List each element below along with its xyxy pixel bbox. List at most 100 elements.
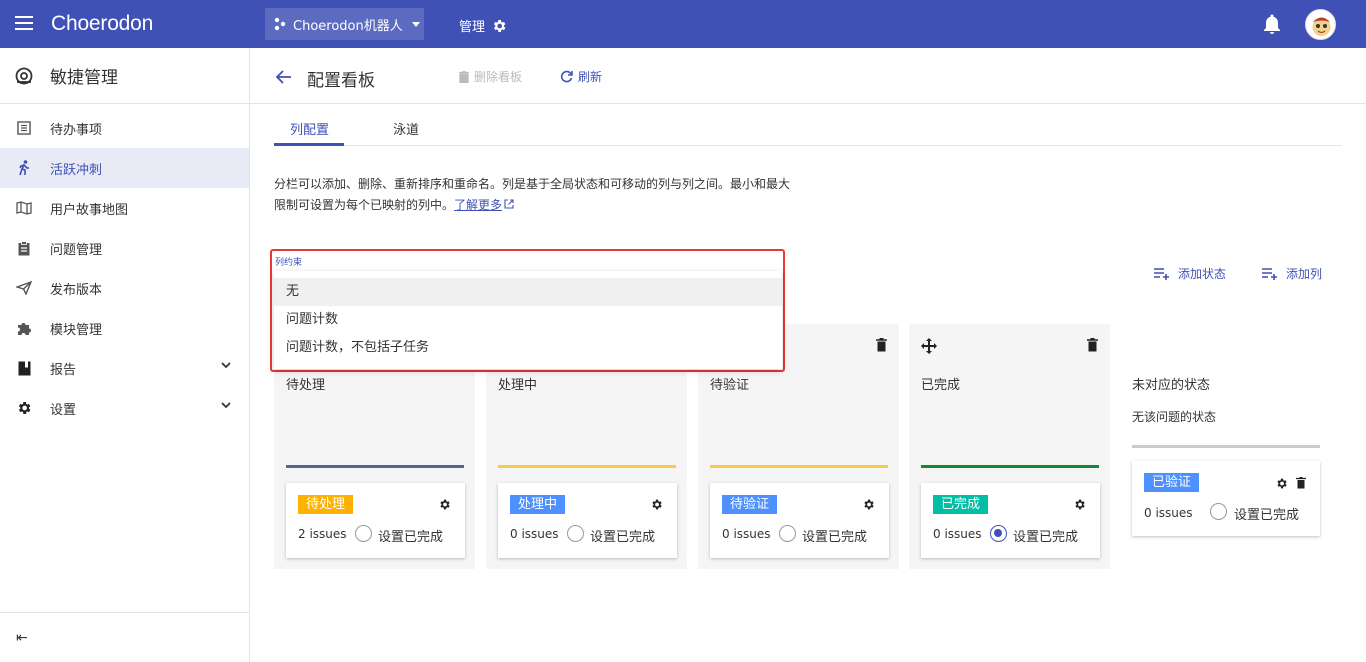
trash-icon <box>459 70 469 83</box>
chevron-down-icon <box>411 21 420 27</box>
set-done-label: 设置已完成 <box>378 530 444 545</box>
book-icon <box>16 360 32 376</box>
column-name[interactable]: 待处理 <box>286 374 325 393</box>
status-badge: 已验证 <box>1144 473 1200 492</box>
gear-icon <box>493 19 506 32</box>
playlist-add-icon <box>1262 267 1277 280</box>
issue-count: 0 issues <box>1144 506 1193 520</box>
chevron-down-icon <box>221 402 231 409</box>
sidebar-header: 敏捷管理 <box>0 48 249 104</box>
sidebar-item-label: 问题管理 <box>50 242 103 258</box>
learn-more-link[interactable]: 了解更多 <box>454 198 502 212</box>
playlist-add-icon <box>1154 267 1169 280</box>
column-constraint-label: 列约束 <box>275 258 303 268</box>
set-done-label: 设置已完成 <box>1234 508 1300 523</box>
project-icon <box>274 17 286 31</box>
sidebar-item-label: 发布版本 <box>50 282 103 298</box>
set-done-radio[interactable] <box>990 525 1007 542</box>
sidebar-item-modules[interactable]: 模块管理 <box>0 308 249 348</box>
back-arrow-icon[interactable] <box>276 70 292 84</box>
description: 分栏可以添加、删除、重新排序和重命名。列是基于全局状态和可移动的列与列之间。最小… <box>274 174 794 216</box>
refresh-label: 刷新 <box>578 70 603 84</box>
bell-icon[interactable] <box>1263 14 1281 34</box>
add-column-button[interactable]: 添加列 <box>1262 265 1322 282</box>
manage-link[interactable]: 管理 <box>459 16 507 35</box>
column-color-bar <box>498 465 676 468</box>
sidebar-item-reports[interactable]: 报告 <box>0 348 249 388</box>
set-done-radio[interactable] <box>779 525 796 542</box>
refresh-icon <box>560 70 573 83</box>
sidebar-item-story-map[interactable]: 用户故事地图 <box>0 188 249 228</box>
gear-icon[interactable] <box>1275 477 1288 490</box>
project-selector[interactable]: Choerodon机器人 <box>265 8 424 40</box>
dropdown-option-issue-count-no-subtask[interactable]: 问题计数，不包括子任务 <box>274 334 782 362</box>
trash-icon[interactable] <box>1087 338 1098 356</box>
column-name[interactable]: 待验证 <box>710 374 749 393</box>
menu-icon[interactable] <box>15 16 33 30</box>
unmapped-title: 未对应的状态 <box>1132 378 1211 393</box>
sidebar-item-settings[interactable]: 设置 <box>0 388 249 428</box>
add-status-label: 添加状态 <box>1178 267 1227 281</box>
clipboard-icon <box>16 240 32 256</box>
tab-column-config[interactable]: 列配置 <box>290 119 329 138</box>
trash-icon[interactable] <box>1296 477 1306 489</box>
gear-icon[interactable] <box>862 498 875 515</box>
project-name: Choerodon机器人 <box>293 18 403 34</box>
set-done-label: 设置已完成 <box>1013 530 1079 545</box>
move-icon[interactable] <box>921 338 937 358</box>
sidebar-item-issues[interactable]: 问题管理 <box>0 228 249 268</box>
delete-board-button[interactable]: 删除看板 <box>459 68 522 85</box>
column-constraint-select[interactable]: 列约束 无 问题计数 问题计数，不包括子任务 <box>270 249 785 372</box>
dropdown-option-issue-count[interactable]: 问题计数 <box>274 306 782 334</box>
unmapped-subtitle: 无该问题的状态 <box>1132 410 1217 424</box>
tab-swimlane[interactable]: 泳道 <box>393 119 419 138</box>
status-badge: 待处理 <box>298 495 354 514</box>
trash-icon[interactable] <box>876 338 887 356</box>
unmapped-divider <box>1132 445 1320 448</box>
gear-icon[interactable] <box>438 498 451 515</box>
page-header: 配置看板 删除看板 刷新 <box>250 48 1366 104</box>
refresh-button[interactable]: 刷新 <box>560 68 602 85</box>
send-icon <box>16 280 32 296</box>
sidebar-collapse-button[interactable]: ⇤ <box>0 612 249 662</box>
puzzle-icon <box>16 320 32 336</box>
sidebar-title: 敏捷管理 <box>50 68 118 88</box>
sidebar-item-active-sprint[interactable]: 活跃冲刺 <box>0 148 249 188</box>
tab-bar: 列配置 泳道 <box>274 105 1342 146</box>
sidebar-item-backlog[interactable]: 待办事项 <box>0 108 249 148</box>
column-name[interactable]: 处理中 <box>498 374 537 393</box>
status-card[interactable]: 已完成 0 issues 设置已完成 <box>921 483 1100 558</box>
gear-icon[interactable] <box>650 498 663 515</box>
avatar[interactable] <box>1305 9 1336 40</box>
sidebar-item-label: 待办事项 <box>50 122 103 138</box>
unmapped-status-area: 未对应的状态 无该问题的状态 已验证 0 issues 设置已完成 <box>1120 324 1332 569</box>
external-link-icon[interactable] <box>504 199 514 209</box>
dropdown-option-none[interactable]: 无 <box>274 278 782 306</box>
top-bar: Choerodon Choerodon机器人 管理 <box>0 0 1366 48</box>
column-color-bar <box>921 465 1099 468</box>
status-card[interactable]: 处理中 0 issues 设置已完成 <box>498 483 677 558</box>
app-logo[interactable]: Choerodon <box>51 12 153 36</box>
status-card[interactable]: 待处理 2 issues 设置已完成 <box>286 483 465 558</box>
status-card[interactable]: 待验证 0 issues 设置已完成 <box>710 483 889 558</box>
gear-icon[interactable] <box>1073 498 1086 515</box>
board-column[interactable]: 已完成 已完成 0 issues 设置已完成 <box>909 324 1110 569</box>
column-name[interactable]: 已完成 <box>921 374 960 393</box>
set-done-radio[interactable] <box>1210 503 1227 520</box>
set-done-radio[interactable] <box>567 525 584 542</box>
description-text: 分栏可以添加、删除、重新排序和重命名。列是基于全局状态和可移动的列与列之间。最小… <box>274 177 791 212</box>
sidebar: 敏捷管理 待办事项 活跃冲刺 用户故事地图 问题管理 发布版本 模块管理 报告 … <box>0 48 250 662</box>
status-badge: 已完成 <box>933 495 989 514</box>
add-status-button[interactable]: 添加状态 <box>1154 265 1226 282</box>
status-card[interactable]: 已验证 0 issues 设置已完成 <box>1132 461 1320 536</box>
status-badge: 处理中 <box>510 495 566 514</box>
set-done-radio[interactable] <box>355 525 372 542</box>
sidebar-item-label: 活跃冲刺 <box>50 162 103 178</box>
column-color-bar <box>710 465 888 468</box>
sidebar-item-release[interactable]: 发布版本 <box>0 268 249 308</box>
list-icon <box>16 120 32 136</box>
column-color-bar <box>286 465 464 468</box>
status-badge: 待验证 <box>722 495 778 514</box>
issue-count: 2 issues <box>298 527 347 541</box>
set-done-label: 设置已完成 <box>802 530 868 545</box>
